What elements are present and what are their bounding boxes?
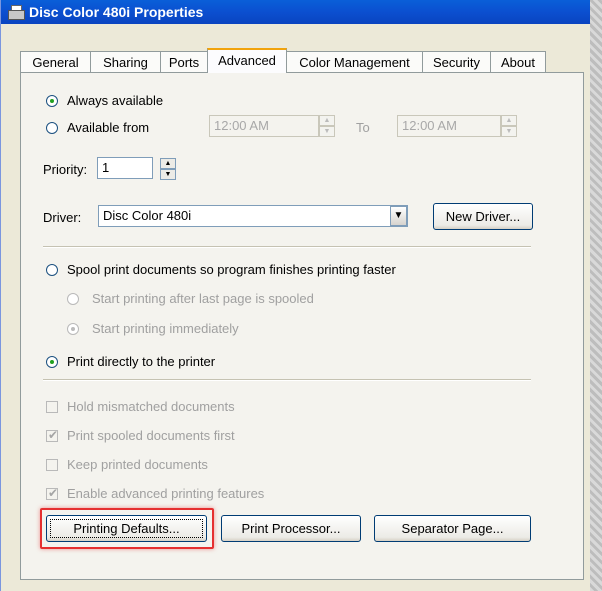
available-from-radio[interactable] (46, 122, 58, 134)
spin-up-icon[interactable]: ▲ (501, 115, 517, 126)
start-after-last-page-label: Start printing after last page is spoole… (92, 291, 314, 306)
to-time-spinner[interactable]: ▲ ▼ (501, 115, 517, 137)
background-edge (590, 0, 602, 591)
window-title: Disc Color 480i Properties (29, 4, 204, 20)
spin-up-icon[interactable]: ▲ (319, 115, 335, 126)
tab-security[interactable]: Security (422, 51, 491, 72)
start-after-last-page-radio[interactable] (67, 293, 79, 305)
tab-color-management[interactable]: Color Management (286, 51, 423, 72)
print-spooled-first-label: Print spooled documents first (67, 428, 235, 443)
print-directly-label: Print directly to the printer (67, 354, 216, 369)
divider (43, 379, 531, 381)
start-immediately-label: Start printing immediately (92, 321, 239, 336)
new-driver-button[interactable]: New Driver... (433, 203, 533, 230)
tab-sharing[interactable]: Sharing (90, 51, 161, 72)
spin-up-icon[interactable]: ▲ (160, 158, 176, 169)
enable-advanced-features-checkbox[interactable]: ✔ (46, 486, 59, 500)
properties-window: Disc Color 480i Properties General Shari… (0, 0, 591, 591)
priority-field[interactable]: 1 (97, 157, 153, 179)
spin-down-icon[interactable]: ▼ (160, 169, 176, 180)
chevron-down-icon[interactable]: ▼ (390, 206, 407, 226)
printer-icon (7, 4, 25, 20)
always-available-radio[interactable] (46, 95, 58, 107)
tab-about[interactable]: About (490, 51, 546, 72)
driver-label: Driver: (43, 210, 82, 225)
tab-general[interactable]: General (20, 51, 91, 72)
hold-mismatched-checkbox[interactable] (46, 401, 58, 413)
spool-label: Spool print documents so program finishe… (67, 262, 396, 277)
keep-printed-label: Keep printed documents (67, 457, 208, 472)
check-icon: ✔ (48, 486, 59, 500)
tab-ports[interactable]: Ports (160, 51, 208, 72)
start-immediately-radio[interactable] (67, 323, 79, 335)
to-time-field[interactable]: 12:00 AM (397, 115, 501, 137)
tab-advanced[interactable]: Advanced (207, 48, 287, 73)
spin-down-icon[interactable]: ▼ (501, 126, 517, 137)
from-time-spinner[interactable]: ▲ ▼ (319, 115, 335, 137)
print-directly-radio[interactable] (46, 356, 58, 368)
print-spooled-first-checkbox[interactable]: ✔ (46, 428, 59, 442)
divider (43, 246, 531, 248)
keep-printed-checkbox[interactable] (46, 459, 58, 471)
highlight-annotation (40, 508, 214, 549)
check-icon: ✔ (48, 428, 59, 442)
hold-mismatched-label: Hold mismatched documents (67, 399, 235, 414)
spin-down-icon[interactable]: ▼ (319, 126, 335, 137)
priority-label: Priority: (43, 162, 88, 177)
enable-advanced-features-label: Enable advanced printing features (67, 486, 265, 501)
print-processor-button[interactable]: Print Processor... (221, 515, 361, 542)
separator-page-button[interactable]: Separator Page... (374, 515, 531, 542)
spool-radio[interactable] (46, 264, 58, 276)
to-label: To (356, 120, 370, 135)
available-from-label: Available from (67, 120, 150, 135)
driver-select[interactable]: Disc Color 480i (98, 205, 408, 227)
from-time-field[interactable]: 12:00 AM (209, 115, 319, 137)
priority-spinner[interactable]: ▲ ▼ (160, 158, 176, 180)
title-bar[interactable]: Disc Color 480i Properties (1, 0, 591, 24)
always-available-label: Always available (67, 93, 164, 108)
